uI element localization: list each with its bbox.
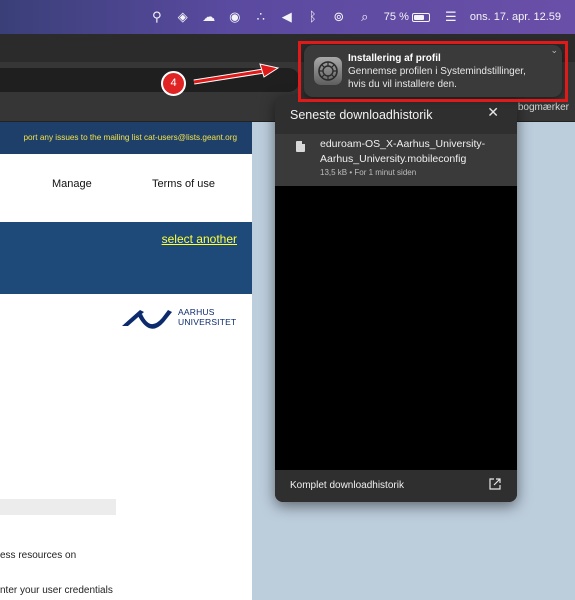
aarhus-logo-mark [122,310,172,329]
volume-icon[interactable]: ◀ [274,10,300,25]
control-center-icon[interactable]: ☰ [438,10,464,25]
logo-line1: AARHUS [178,307,215,317]
logo-line2: UNIVERSITET [178,317,237,327]
file-icon [296,141,305,152]
web-page: port any issues to the mailing list cat-… [0,122,252,600]
battery-percent[interactable]: 75 % [384,11,409,23]
grey-bar [0,499,116,515]
downloads-title: Seneste downloadhistorik [290,108,433,122]
annotation-arrow [193,63,280,85]
annotation-step-badge: 4 [161,71,186,96]
institution-banner: select another [0,222,252,294]
annotation-highlight-box [298,41,568,102]
location-icon[interactable]: ⚲ [144,10,170,25]
external-link-icon [489,478,501,490]
nav-terms-link[interactable]: Terms of use [152,178,215,190]
all-bookmarks-button[interactable]: bogmærker [518,102,569,113]
full-download-history-label: Komplet downloadhistorik [290,480,404,491]
download-item[interactable]: eduroam-OS_X-Aarhus_University- Aarhus_U… [275,134,517,186]
body-text-line1: ess resources on [0,550,77,561]
notice-text: port any issues to the mailing list cat-… [23,133,237,142]
battery-fill [413,14,425,20]
activity-icon[interactable]: ∴ [248,10,274,25]
search-icon[interactable]: ⌕ [352,10,378,25]
mailing-list-notice: port any issues to the mailing list cat-… [0,122,252,154]
downloads-empty-area [275,186,517,470]
vpn-icon[interactable]: ⊚ [326,10,352,25]
nav-manage-link[interactable]: Manage [52,178,92,190]
site-nav: Manage Terms of use [0,154,252,224]
layers-icon[interactable]: ◈ [170,10,196,25]
bluetooth-icon[interactable]: ᛒ [300,10,326,25]
cloud-sync-icon[interactable]: ☁ [196,10,222,25]
download-meta: 13,5 kB • For 1 minut siden [320,168,417,177]
sync-icon[interactable]: ◉ [222,10,248,25]
aarhus-university-logo: AARHUS UNIVERSITET [120,304,250,334]
menubar-clock[interactable]: ons. 17. apr. 12.59 [470,11,561,23]
logo-text: AARHUS UNIVERSITET [178,307,236,327]
downloads-panel: Seneste downloadhistorik ✕ eduroam-OS_X-… [275,96,517,502]
close-icon[interactable]: ✕ [487,105,499,121]
battery-icon[interactable] [411,12,430,22]
download-filename-line1: eduroam-OS_X-Aarhus_University- [320,138,486,150]
macos-menu-bar: ⚲ ◈ ☁ ◉ ∴ ◀ ᛒ ⊚ ⌕ 75 % ☰ ons. 17. apr. 1… [0,0,575,34]
download-filename-line2: Aarhus_University.mobileconfig [320,153,467,165]
full-download-history-link[interactable]: Komplet downloadhistorik [275,470,517,502]
body-text-line2: nter your user credentials [0,585,113,596]
select-another-link[interactable]: select another [162,232,237,246]
